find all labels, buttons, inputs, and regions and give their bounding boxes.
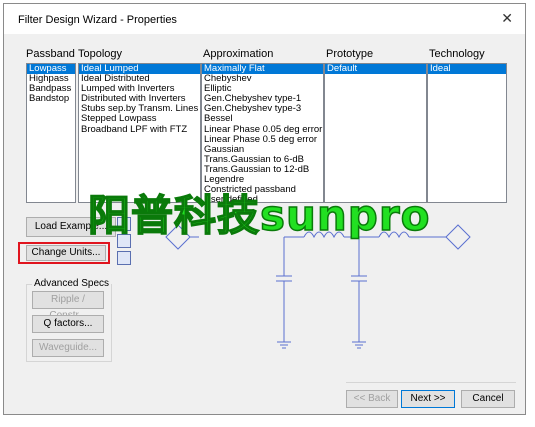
- back-button[interactable]: << Back: [346, 390, 398, 408]
- output-port: [445, 224, 471, 250]
- watermark-text: 阳普科技sunpro: [87, 190, 431, 241]
- next-button[interactable]: Next >>: [401, 390, 455, 408]
- footer-divider: [346, 382, 516, 383]
- cancel-button[interactable]: Cancel: [461, 390, 515, 408]
